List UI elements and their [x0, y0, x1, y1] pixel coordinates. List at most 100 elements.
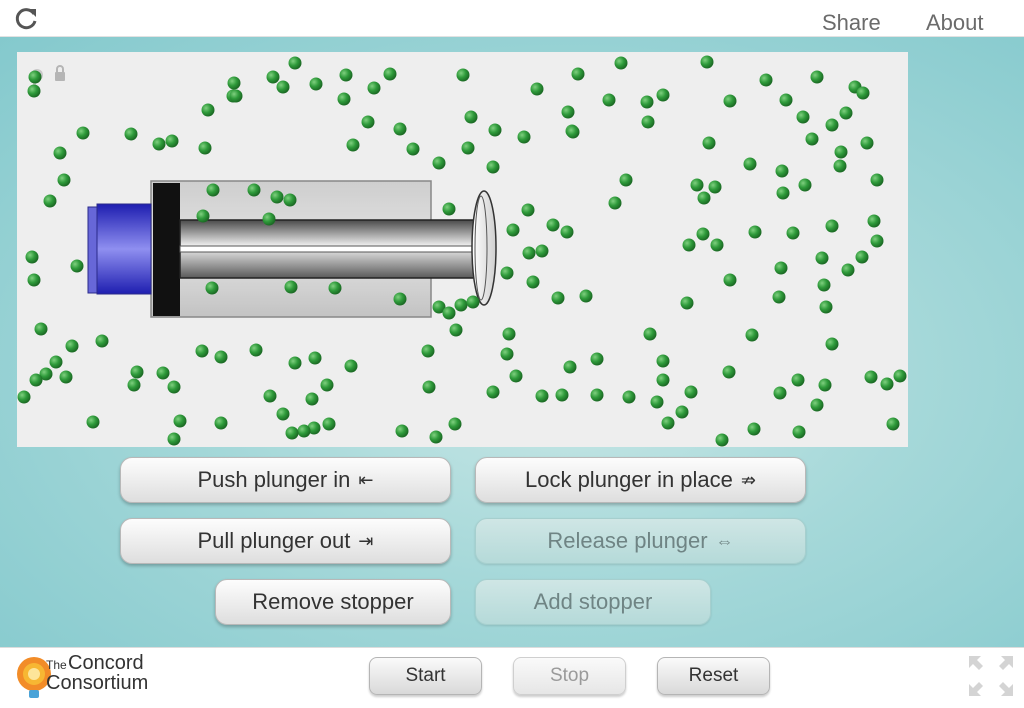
- gas-molecule: [818, 378, 832, 392]
- gas-molecule: [285, 426, 299, 440]
- gas-molecule: [395, 424, 409, 438]
- gas-molecule: [682, 238, 696, 252]
- gas-molecule: [509, 369, 523, 383]
- syringe-nozzle-ring: [471, 190, 497, 306]
- gas-molecule: [196, 209, 210, 223]
- reload-icon[interactable]: [14, 6, 40, 32]
- gas-molecule: [526, 275, 540, 289]
- gas-molecule: [566, 125, 580, 139]
- gas-molecule: [339, 68, 353, 82]
- gas-molecule: [95, 334, 109, 348]
- gas-molecule: [864, 370, 878, 384]
- start-button[interactable]: Start: [369, 657, 482, 695]
- gas-molecule: [198, 141, 212, 155]
- gas-molecule: [775, 164, 789, 178]
- gas-molecule: [619, 173, 633, 187]
- add-stopper-button[interactable]: Add stopper: [475, 579, 711, 625]
- gas-molecule: [773, 386, 787, 400]
- gas-molecule: [791, 373, 805, 387]
- gas-molecule: [449, 323, 463, 337]
- gas-molecule: [361, 115, 375, 129]
- gas-molecule: [344, 359, 358, 373]
- gas-molecule: [276, 407, 290, 421]
- gas-molecule: [522, 246, 536, 260]
- remove-stopper-button[interactable]: Remove stopper: [215, 579, 451, 625]
- gas-molecule: [690, 178, 704, 192]
- gas-molecule: [841, 263, 855, 277]
- gas-molecule: [680, 296, 694, 310]
- gas-molecule: [27, 84, 41, 98]
- gas-molecule: [59, 370, 73, 384]
- gas-molecule: [805, 132, 819, 146]
- gas-molecule: [786, 226, 800, 240]
- gas-molecule: [488, 123, 502, 137]
- gas-molecule: [124, 127, 138, 141]
- gas-molecule: [697, 191, 711, 205]
- gas-molecule: [571, 67, 585, 81]
- gas-molecule: [288, 56, 302, 70]
- gas-molecule: [422, 380, 436, 394]
- gas-molecule: [602, 93, 616, 107]
- gas-molecule: [825, 219, 839, 233]
- reset-button[interactable]: Reset: [657, 657, 770, 695]
- gas-molecule: [614, 56, 628, 70]
- gas-molecule: [214, 350, 228, 364]
- gas-molecule: [466, 295, 480, 309]
- gas-molecule: [535, 389, 549, 403]
- stop-button[interactable]: Stop: [513, 657, 626, 695]
- gas-molecule: [551, 291, 565, 305]
- push-plunger-button[interactable]: Push plunger in ⇤: [120, 457, 451, 503]
- gas-molecule: [856, 86, 870, 100]
- share-link[interactable]: Share: [822, 10, 881, 36]
- gas-molecule: [43, 194, 57, 208]
- gas-molecule: [815, 251, 829, 265]
- gas-molecule: [825, 118, 839, 132]
- about-link[interactable]: About: [926, 10, 984, 36]
- gas-molecule: [640, 95, 654, 109]
- gas-molecule: [27, 273, 41, 287]
- gas-molecule: [442, 306, 456, 320]
- gas-molecule: [656, 354, 670, 368]
- gas-molecule: [464, 110, 478, 124]
- lock-icon[interactable]: [55, 65, 65, 81]
- gas-molecule: [229, 89, 243, 103]
- gas-molecule: [748, 225, 762, 239]
- release-plunger-button[interactable]: Release plunger ⇔: [475, 518, 806, 564]
- gas-molecule: [448, 417, 462, 431]
- gas-molecule: [839, 106, 853, 120]
- gas-molecule: [833, 159, 847, 173]
- gas-molecule: [173, 414, 187, 428]
- gas-molecule: [560, 225, 574, 239]
- gas-molecule: [393, 292, 407, 306]
- gas-molecule: [608, 196, 622, 210]
- plunger-head: [96, 203, 152, 295]
- fullscreen-icon[interactable]: [967, 654, 1015, 698]
- gas-molecule: [206, 183, 220, 197]
- gas-molecule: [322, 417, 336, 431]
- gas-molecule: [421, 344, 435, 358]
- gas-molecule: [500, 347, 514, 361]
- gas-molecule: [774, 261, 788, 275]
- bottom-bar: The Concord Consortium Start Stop Reset: [0, 647, 1024, 708]
- gas-molecule: [328, 281, 342, 295]
- pull-plunger-button[interactable]: Pull plunger out ⇥: [120, 518, 451, 564]
- pull-arrow-icon: ⇥: [358, 530, 374, 551]
- gas-molecule: [715, 433, 729, 447]
- gas-molecule: [745, 328, 759, 342]
- gas-molecule: [776, 186, 790, 200]
- lock-plunger-button[interactable]: Lock plunger in place ⇏: [475, 457, 806, 503]
- gas-molecule: [684, 385, 698, 399]
- gas-molecule: [442, 202, 456, 216]
- gas-molecule: [696, 227, 710, 241]
- gas-molecule: [555, 388, 569, 402]
- gas-molecule: [825, 337, 839, 351]
- gas-molecule: [263, 389, 277, 403]
- gas-molecule: [796, 110, 810, 124]
- gas-molecule: [530, 82, 544, 96]
- gas-molecule: [167, 432, 181, 446]
- gas-molecule: [167, 380, 181, 394]
- gas-molecule: [127, 378, 141, 392]
- gas-molecule: [152, 137, 166, 151]
- simulation-view[interactable]: [17, 52, 908, 447]
- gas-molecule: [656, 88, 670, 102]
